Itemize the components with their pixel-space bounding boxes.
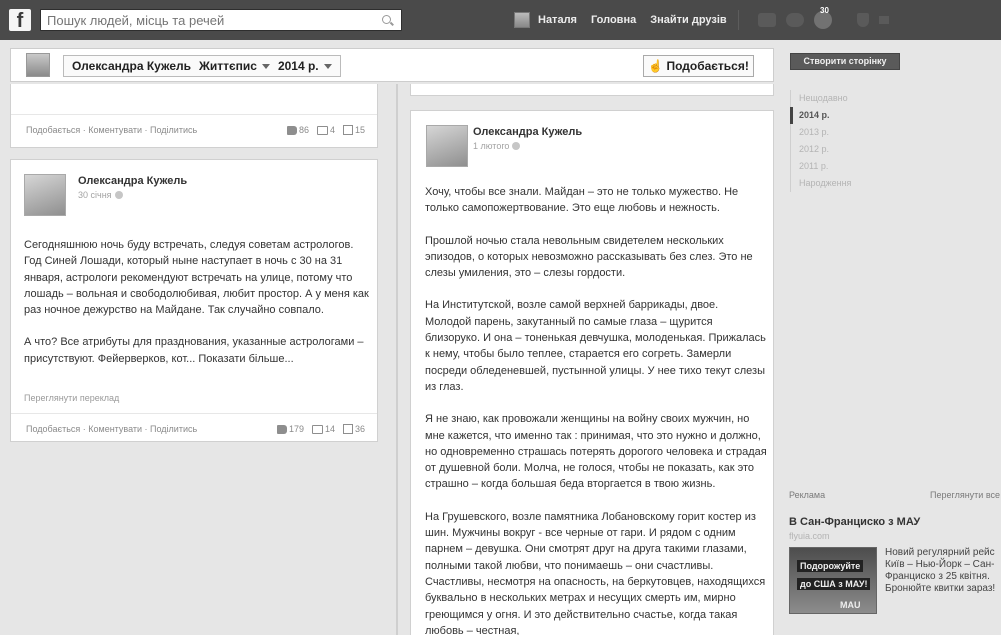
comments-count: 14 [324, 424, 335, 434]
post-text: Хочу, чтобы все знали. Майдан – это не т… [425, 184, 767, 635]
post-paragraph: А что? Все атрибуты для празднования, ук… [24, 336, 364, 365]
profile-thumbnail[interactable] [26, 53, 50, 77]
page-name-link[interactable]: Олександра Кужель [72, 59, 191, 73]
author-avatar[interactable] [24, 174, 66, 216]
settings-dropdown-icon[interactable] [879, 16, 889, 24]
shares-stat[interactable]: 36 [342, 424, 365, 434]
comments-stat[interactable]: 14 [311, 424, 335, 434]
post-text: Сегодняшнюю ночь буду встречать, следуя … [24, 237, 370, 367]
section-selector[interactable]: Життєпис [199, 59, 270, 73]
likes-stat[interactable]: 179 [276, 424, 304, 434]
likes-stat[interactable]: 86 [286, 125, 309, 135]
friend-requests-icon[interactable] [758, 13, 776, 27]
ad-image[interactable]: Подорожуйте до США з МАУ! MAU [789, 547, 877, 614]
ad-image-brand: MAU [840, 600, 861, 610]
year-selector[interactable]: 2014 р. [278, 59, 332, 73]
nav-find-friends-link[interactable]: Знайти друзів [650, 14, 726, 26]
year-label: 2014 р. [277, 59, 319, 73]
post-date-text: 30 січня [78, 190, 112, 200]
top-navigation-bar: f Наталя Головна Знайти друзів 30 [0, 0, 1001, 40]
top-nav-links: Наталя Головна Знайти друзів [514, 12, 741, 28]
post-date[interactable]: 30 січня [78, 190, 123, 200]
likes-count: 86 [298, 125, 309, 135]
timeline-navigation-pill: Олександра Кужель Життєпис 2014 р. [63, 55, 341, 77]
ad-section-label: Реклама [789, 490, 826, 500]
author-name[interactable]: Олександра Кужель [78, 175, 187, 187]
ad-description[interactable]: Новий регулярний рейс Київ – Нью-Йорк – … [885, 547, 1001, 595]
post-stats: 86 4 15 [286, 125, 365, 135]
ad-domain[interactable]: flyuia.com [789, 531, 830, 541]
year-nav-recent[interactable]: Нещодавно [790, 90, 890, 107]
ad-view-all-link[interactable]: Переглянути все [930, 490, 1000, 500]
audience-public-icon [114, 191, 123, 199]
ad-image-caption: до США з МАУ! [797, 578, 871, 590]
post-actions-links[interactable]: Подобається · Коментувати · Поділитись [26, 424, 197, 434]
comment-icon [316, 125, 328, 135]
like-page-button[interactable]: ☝ Подобається! [643, 55, 754, 77]
shares-stat[interactable]: 15 [342, 125, 365, 135]
comments-count: 4 [329, 125, 335, 135]
thumbs-up-icon: ☝ [648, 59, 664, 73]
privacy-lock-icon[interactable] [857, 13, 869, 27]
author-avatar[interactable] [426, 125, 468, 167]
post-stats: 179 14 36 [276, 424, 365, 434]
user-avatar[interactable] [514, 12, 530, 28]
post-date-text: 1 лютого [473, 141, 510, 151]
timeline-post: Подобається · Коментувати · Поділитись 8… [10, 84, 378, 148]
notifications-count-badge: 30 [820, 6, 829, 15]
nav-home-link[interactable]: Головна [591, 14, 636, 26]
timeline-post-partial [410, 84, 774, 96]
divider [11, 413, 377, 414]
share-icon [342, 424, 353, 434]
like-page-label: Подобається! [666, 59, 749, 73]
author-name[interactable]: Олександра Кужель [473, 126, 582, 138]
shares-count: 36 [354, 424, 365, 434]
year-nav-2014[interactable]: 2014 р. [790, 107, 890, 124]
post-paragraph: На Институтской, возле самой верхней бар… [425, 299, 766, 393]
search-input[interactable] [40, 9, 402, 31]
post-paragraph: Я не знаю, как провожали женщины на войн… [425, 413, 767, 491]
ad-header: Реклама Переглянути все [789, 490, 1001, 504]
year-nav-born[interactable]: Народження [790, 175, 890, 192]
year-nav-2011[interactable]: 2011 р. [790, 158, 890, 175]
post-paragraph: На Грушевского, возле памятника Лобановс… [425, 510, 766, 635]
post-actions-links[interactable]: Подобається · Коментувати · Поділитись [26, 125, 197, 135]
share-icon [342, 125, 353, 135]
post-paragraph: Прошлой ночью стала невольным свидетелем… [425, 234, 753, 280]
shares-count: 15 [354, 125, 365, 135]
audience-public-icon [512, 142, 521, 150]
facebook-logo[interactable]: f [9, 9, 31, 31]
post-actions: Подобається · Коментувати · Поділитись 8… [26, 125, 365, 139]
search-icon[interactable] [382, 15, 391, 24]
ad-title[interactable]: В Сан-Франциско з МАУ [789, 516, 920, 528]
timeline-year-nav: Нещодавно 2014 р. 2013 р. 2012 р. 2011 р… [790, 90, 890, 192]
likes-count: 179 [288, 424, 304, 434]
comments-stat[interactable]: 4 [316, 125, 335, 135]
see-translation-link[interactable]: Переглянути переклад [24, 393, 119, 403]
post-date[interactable]: 1 лютого [473, 141, 521, 151]
timeline-post: Олександра Кужель 30 січня Сегодняшнюю н… [10, 159, 378, 442]
post-paragraph: Хочу, чтобы все знали. Майдан – это не т… [425, 186, 739, 215]
chevron-down-icon [323, 64, 332, 70]
year-nav-2012[interactable]: 2012 р. [790, 141, 890, 158]
ad-image-caption: Подорожуйте [797, 560, 864, 572]
nav-profile-link[interactable]: Наталя [538, 14, 577, 26]
post-paragraph: Сегодняшнюю ночь буду встречать, следуя … [24, 239, 369, 317]
timeline-post: Олександра Кужель 1 лютого Хочу, чтобы в… [410, 110, 774, 635]
create-page-button[interactable]: Створити сторінку [790, 53, 900, 70]
messages-icon[interactable] [786, 13, 804, 27]
timeline-header-bar: Олександра Кужель Життєпис 2014 р. ☝ Под… [10, 48, 774, 82]
year-nav-2013[interactable]: 2013 р. [790, 124, 890, 141]
post-actions: Подобається · Коментувати · Поділитись 1… [26, 424, 365, 438]
section-label: Життєпис [199, 59, 257, 73]
comment-icon [311, 424, 323, 434]
nav-divider [738, 10, 739, 30]
like-icon [286, 125, 297, 135]
like-icon [276, 424, 287, 434]
chevron-down-icon [261, 64, 270, 70]
divider [11, 114, 377, 115]
sponsored-section: Реклама Переглянути все В Сан-Франциско … [789, 490, 1001, 635]
timeline-spine [396, 84, 398, 635]
